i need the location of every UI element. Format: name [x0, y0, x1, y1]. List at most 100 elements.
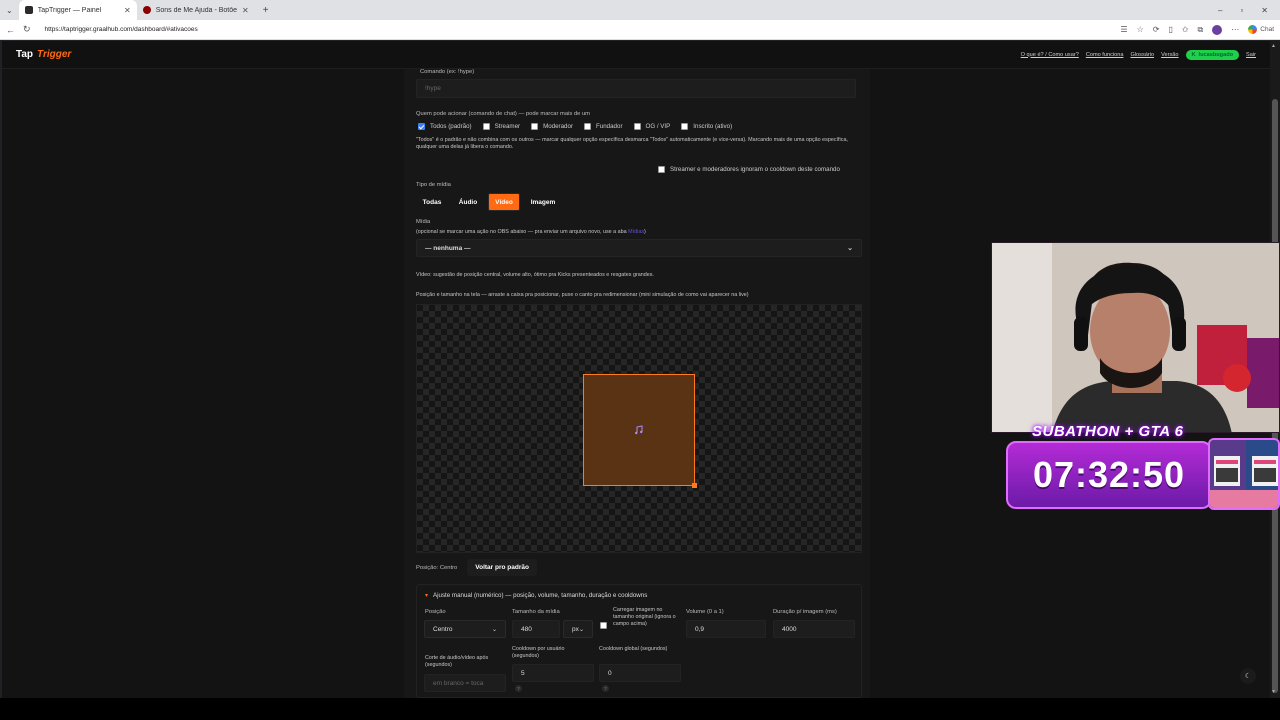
- media-type-audio[interactable]: Áudio: [452, 193, 484, 211]
- reload-icon[interactable]: ↻: [23, 24, 31, 35]
- resize-handle[interactable]: [692, 483, 697, 488]
- logout-link[interactable]: Sair: [1246, 52, 1256, 58]
- minimize-icon[interactable]: –: [1218, 6, 1222, 15]
- checkbox-icon[interactable]: [482, 123, 490, 130]
- url-field[interactable]: https://taptrigger.graalhub.com/dashboar…: [39, 26, 1113, 33]
- tab-search-icon[interactable]: ⌄: [0, 6, 19, 15]
- webcam-overlay: [991, 242, 1280, 433]
- media-tab-link[interactable]: Mídias: [628, 229, 644, 235]
- media-hint-text: (opcional se marcar uma ação no OBS abai…: [416, 229, 627, 235]
- reader-icon[interactable]: ☰: [1120, 25, 1127, 34]
- checkbox-icon[interactable]: [531, 123, 539, 130]
- scroll-up-icon[interactable]: ▲: [1271, 43, 1276, 49]
- profile-avatar[interactable]: [1212, 24, 1223, 35]
- split-icon[interactable]: ▯: [1168, 25, 1172, 34]
- top-nav: O que é? / Como usar? Como funciona Glos…: [1021, 49, 1256, 60]
- more-icon[interactable]: ⋯: [1231, 25, 1239, 34]
- new-tab-icon[interactable]: +: [255, 5, 277, 16]
- media-select[interactable]: — nenhuma — ⌄: [416, 239, 862, 257]
- media-type-all[interactable]: Todas: [416, 193, 448, 211]
- close-tab-icon[interactable]: ✕: [242, 6, 249, 15]
- position-select[interactable]: Centro ⌄: [424, 620, 506, 638]
- checkbox-icon[interactable]: [584, 123, 592, 130]
- help-icon[interactable]: ?: [515, 685, 522, 692]
- browser-tab-active[interactable]: TapTrigger — Painel ✕: [18, 0, 137, 20]
- original-size-label: Carregar imagem no tamanho original (ign…: [613, 607, 676, 627]
- role-moderator[interactable]: Moderador: [531, 123, 573, 130]
- role-subscriber[interactable]: Inscrito (ativo): [681, 123, 732, 130]
- tab-title: TapTrigger — Painel: [37, 6, 102, 14]
- checkbox-icon[interactable]: [633, 123, 641, 130]
- role-founder[interactable]: Fundador: [584, 123, 623, 130]
- global-cooldown-value: 0: [608, 669, 612, 677]
- canvas-label: Posição e tamanho na tela — arraste a ca…: [416, 292, 749, 298]
- brand-logo[interactable]: Tap Trigger: [16, 49, 71, 60]
- brand-accent: Trigger: [37, 49, 72, 60]
- media-preview-box[interactable]: [583, 374, 697, 488]
- volume-value: 0,9: [695, 625, 705, 633]
- top-bar: Tap Trigger O que é? / Como usar? Como fu…: [2, 41, 1270, 69]
- star-icon[interactable]: ☆: [1137, 25, 1144, 34]
- size-value: 480: [521, 625, 532, 633]
- volume-label: Volume (0 a 1): [686, 609, 724, 615]
- nav-version[interactable]: Versão: [1161, 52, 1178, 58]
- theme-toggle-moon-icon[interactable]: ☾: [1240, 668, 1256, 684]
- role-all[interactable]: Todos (padrão): [418, 123, 472, 130]
- checkbox-icon[interactable]: [681, 123, 689, 130]
- size-unit-select[interactable]: px ⌄: [563, 620, 593, 638]
- checkbox-icon[interactable]: [658, 166, 665, 173]
- scroll-down-icon[interactable]: ▼: [1271, 689, 1276, 695]
- original-size-checkbox[interactable]: [600, 622, 612, 629]
- manual-adjust-toggle[interactable]: ▾ Ajuste manual (numérico) — posição, vol…: [425, 592, 647, 599]
- volume-input[interactable]: 0,9: [686, 620, 766, 638]
- command-placeholder: !hype: [425, 85, 441, 92]
- taskbar: [0, 698, 1280, 720]
- role-streamer[interactable]: Streamer: [482, 123, 520, 130]
- chevron-down-icon: ⌄: [578, 626, 584, 633]
- nav-how-it-works[interactable]: Como funciona: [1086, 52, 1124, 58]
- user-badge[interactable]: Klucasbugado: [1185, 49, 1240, 60]
- browser-tab[interactable]: Sons de Me Ajuda - Botões sonor ✕: [137, 0, 255, 20]
- media-type-image[interactable]: Imagem: [524, 193, 562, 211]
- subathon-timer-box: 07:32:50: [1006, 441, 1212, 509]
- cooldown-ignore-option[interactable]: Streamer e moderadores ignoram o cooldow…: [658, 166, 840, 173]
- size-unit-value: px: [572, 625, 579, 633]
- position-row: Posição: Centro Voltar pro padrão: [416, 559, 537, 576]
- duration-input[interactable]: 4000: [773, 620, 855, 638]
- position-text: Posição: Centro: [416, 564, 458, 571]
- close-tab-icon[interactable]: ✕: [124, 6, 131, 15]
- chat-button[interactable]: Chat: [1248, 25, 1274, 34]
- taptrigger-favicon-icon: [24, 6, 33, 14]
- favorites-icon[interactable]: ✩: [1182, 25, 1189, 34]
- cut-input[interactable]: em branco = toca: [424, 674, 506, 692]
- position-canvas[interactable]: [416, 304, 862, 553]
- media-type-video[interactable]: Vídeo: [488, 193, 520, 211]
- media-label: Mídia: [416, 219, 431, 225]
- nav-what-is[interactable]: O que é? / Como usar?: [1021, 52, 1079, 58]
- close-window-icon[interactable]: ✕: [1261, 6, 1268, 15]
- user-cooldown-input[interactable]: 5: [512, 664, 594, 682]
- back-icon[interactable]: ←: [6, 25, 15, 35]
- checkbox-icon[interactable]: [600, 622, 607, 629]
- chevron-down-icon: ⌄: [491, 626, 497, 633]
- media-hint: (opcional se marcar uma ação no OBS abai…: [416, 229, 646, 236]
- nav-glossary[interactable]: Glossário: [1130, 52, 1154, 58]
- role-label: OG / VIP: [645, 123, 671, 130]
- reset-default-button[interactable]: Voltar pro padrão: [467, 559, 537, 576]
- activation-form: Comando (ex: !hype) !hype Quem pode acio…: [404, 69, 870, 698]
- manual-adjust-section: ▾ Ajuste manual (numérico) — posição, vol…: [416, 584, 862, 698]
- position-select-value: Centro: [433, 625, 453, 633]
- size-input[interactable]: 480: [512, 620, 560, 638]
- user-cooldown-label: Cooldown por usuário (segundos): [512, 646, 565, 659]
- address-tools: ☰ ☆ ⟳ ▯ ✩ ⧉ ⋯ Chat: [1120, 24, 1274, 35]
- extensions-icon[interactable]: ⟳: [1153, 25, 1160, 34]
- kick-icon: K: [1191, 51, 1196, 58]
- media-select-value: — nenhuma —: [425, 244, 471, 252]
- help-icon[interactable]: ?: [602, 685, 609, 692]
- command-input[interactable]: !hype: [416, 79, 856, 98]
- maximize-icon[interactable]: ▫: [1240, 6, 1243, 15]
- checkbox-icon[interactable]: [418, 123, 425, 130]
- role-og-vip[interactable]: OG / VIP: [633, 123, 671, 130]
- collections-icon[interactable]: ⧉: [1198, 25, 1204, 35]
- global-cooldown-input[interactable]: 0: [599, 664, 681, 682]
